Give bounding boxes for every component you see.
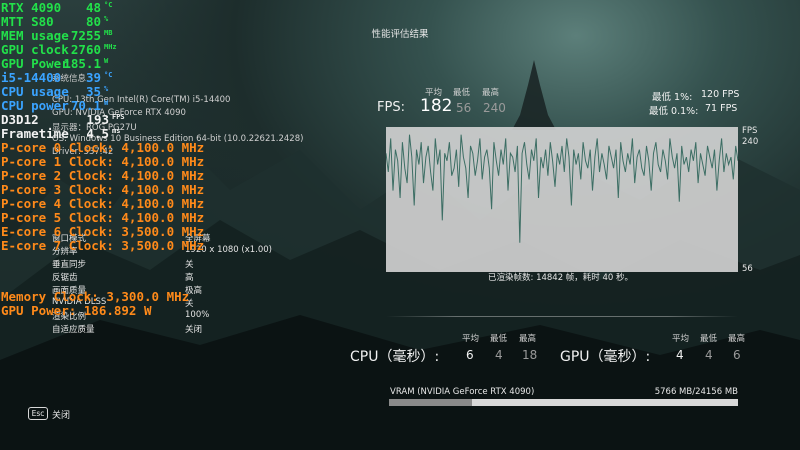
osd-unit: FPS: [112, 113, 125, 121]
cpu-ms-label: CPU（毫秒）:: [350, 349, 440, 365]
cpu-avg-value: 6: [466, 348, 474, 362]
fps-avg-value: 182: [420, 96, 453, 116]
fps-max-header: 最高: [482, 88, 500, 98]
gpu-avg-value: 4: [676, 348, 684, 362]
osd-clock-row: P-core 2 Clock: 4,100.0 MHz: [1, 168, 205, 183]
cpu-max-value: 18: [522, 348, 538, 362]
osd-label: D3D12: [1, 112, 39, 127]
gpu-ms-label: GPU（毫秒）:: [560, 349, 651, 365]
osd-value: 4.5: [86, 126, 109, 141]
osd-clock-row: P-core 0 Clock: 4,100.0 MHz: [1, 140, 205, 155]
osd-clock-row: E-core 6 Clock: 3,500.0 MHz: [1, 224, 205, 239]
esc-key-hint[interactable]: Esc: [28, 407, 48, 420]
osd-value: 2760: [70, 42, 101, 57]
fps-axis-min: 56: [742, 264, 753, 274]
osd-value: 7255: [70, 28, 101, 43]
cpu-max-header: 最高: [519, 334, 537, 344]
osd-value: 185.1: [63, 56, 101, 71]
gpu-avg-header: 平均: [672, 334, 690, 344]
osd-unit: W: [104, 99, 109, 107]
gpu-min-header: 最低: [700, 334, 718, 344]
gpu-max-header: 最高: [728, 334, 746, 344]
fps-label: FPS:: [377, 100, 405, 115]
fps-graph: [386, 127, 738, 272]
fps-low01-label: 最低 0.1%:: [649, 106, 699, 117]
osd-unit: ms: [112, 127, 121, 135]
fps-axis-max: 240: [742, 137, 759, 147]
osd-unit: %: [104, 85, 109, 93]
osd-value: 48: [85, 0, 101, 15]
osd-memory-clock: Memory Clock: 3,300.0 MHz: [1, 289, 190, 304]
fps-low01-value: 71 FPS: [705, 103, 738, 114]
osd-value: 39: [85, 70, 101, 85]
cpu-min-header: 最低: [490, 334, 508, 344]
osd-clock-row: P-core 1 Clock: 4,100.0 MHz: [1, 154, 205, 169]
frames-rendered-caption: 已渲染帧数: 14842 帧，耗时 40 秒。: [488, 273, 634, 283]
vram-value: 5766 MB/24156 MB: [654, 387, 738, 397]
cpu-avg-header: 平均: [462, 334, 480, 344]
osd-value: 70.1: [70, 98, 101, 113]
gpu-min-value: 4: [705, 348, 713, 362]
fps-low1-label: 最低 1%:: [652, 92, 693, 103]
vram-usage-fill: [389, 399, 473, 406]
gpu-max-value: 6: [733, 348, 741, 362]
close-button[interactable]: 关闭: [52, 408, 70, 421]
vram-usage-bar: [389, 399, 738, 406]
osd-clock-row: P-core 4 Clock: 4,100.0 MHz: [1, 196, 205, 211]
osd-clock-row: P-core 3 Clock: 4,100.0 MHz: [1, 182, 205, 197]
fps-low1-value: 120 FPS: [701, 89, 740, 100]
osd-clock-row: E-core 7 Clock: 3,500.0 MHz: [1, 238, 205, 253]
osd-clock-row: P-core 5 Clock: 4,100.0 MHz: [1, 210, 205, 225]
fps-axis-unit: FPS: [742, 126, 758, 136]
osd-value: 80: [85, 14, 101, 29]
osd-unit: MB: [104, 29, 113, 37]
fps-max-value: 240: [483, 101, 506, 115]
osd-overlay: RTX 4090 48 °C MTT S80 80 % MEM usage 72…: [0, 0, 380, 330]
osd-unit: %: [104, 15, 109, 23]
cpu-min-value: 4: [495, 348, 503, 362]
section-divider: [386, 316, 738, 317]
vram-label: VRAM (NVIDIA GeForce RTX 4090): [390, 387, 535, 397]
fps-min-value: 56: [456, 101, 472, 115]
osd-unit: °C: [104, 71, 113, 79]
osd-unit: °C: [104, 1, 113, 9]
fps-min-header: 最低: [453, 88, 471, 98]
osd-unit: W: [104, 57, 109, 65]
osd-gpu-power: GPU Power: 186.892 W: [1, 303, 152, 318]
osd-value: 193: [86, 112, 109, 127]
osd-value: 35: [85, 84, 101, 99]
osd-unit: MHz: [104, 43, 117, 51]
